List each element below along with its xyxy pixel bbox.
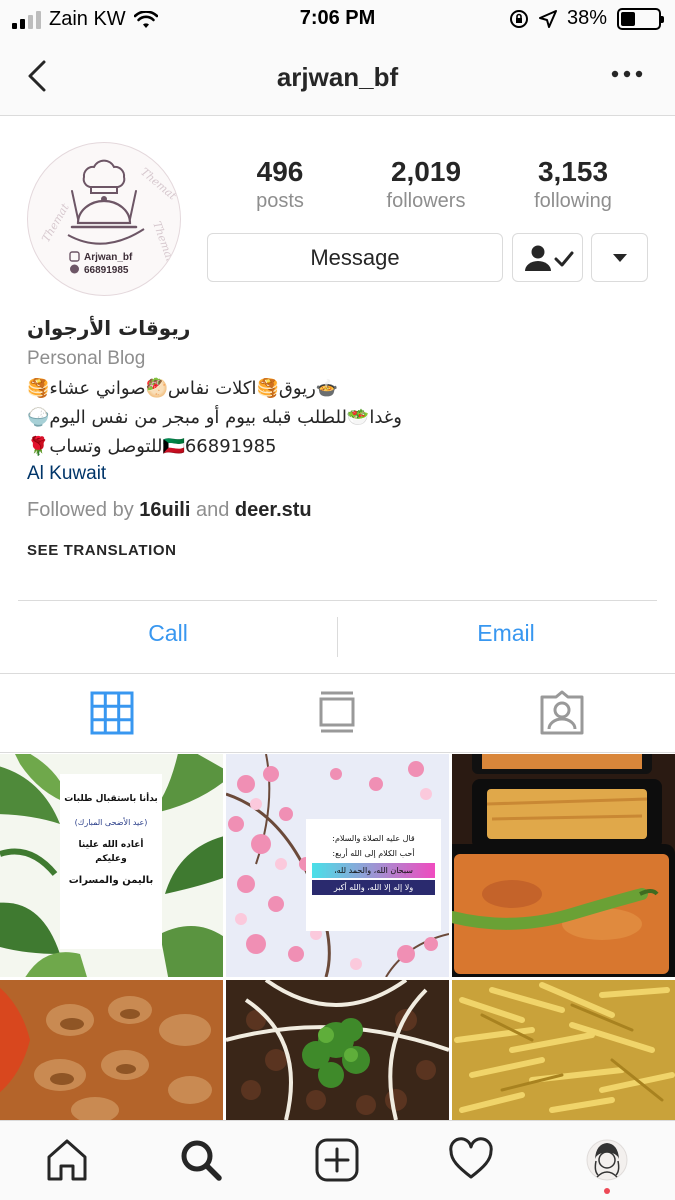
stat-posts[interactable]: 496 posts [205,156,355,213]
new-post-icon[interactable] [314,1137,360,1183]
profile-nav-bar: arjwan_bf [0,40,675,116]
post-tile-1[interactable]: بدأنا باستقبال طلبات (عيد الأضحى المبارك… [0,754,223,977]
dropdown-triangle-icon [612,253,627,262]
posts-grid: بدأنا باستقبال طلبات (عيد الأضحى المبارك… [0,754,675,1120]
home-icon[interactable] [44,1137,90,1183]
bottom-tab-bar [0,1120,675,1200]
profile-username-title: arjwan_bf [276,62,399,92]
post-tile-2[interactable]: قال عليه الصلاة والسلام: أحب الكلام إلى … [226,754,449,977]
svg-text:Themat: Themat [150,220,177,265]
tagged-person-icon[interactable] [538,689,586,737]
food-photo-parsley [226,980,449,1120]
followers-label: followers [386,190,466,212]
battery-fill [621,11,635,26]
stat-followers[interactable]: 2,019 followers [351,156,501,213]
notification-dot [604,1188,610,1194]
posts-count: 496 [256,156,304,187]
followed-by-user-1[interactable]: 16uili [139,499,190,521]
post-1-line-4: باليمن والمسرات [68,875,154,886]
followers-count: 2,019 [390,156,462,187]
post-tile-4[interactable] [0,980,223,1120]
message-button[interactable]: Message [207,233,503,282]
suggestions-dropdown-button[interactable] [591,233,648,282]
food-photo-mushrooms [0,980,223,1120]
stat-following[interactable]: 3,153 following [498,156,648,213]
posts-label: posts [256,190,304,212]
email-button[interactable]: Email [346,620,666,656]
bio-line-3: 🌹للتوصل وتساب🇰🇼66891985 [27,436,277,457]
profile-avatar[interactable]: Themat Themat Themat Arjwan_bf 66891985 [27,142,181,296]
bio-line-2: 🍚وغدا🥗للطلب قبله بيوم أو مبجر من نفس الي… [27,407,402,428]
more-options-icon[interactable] [609,62,645,86]
post-1-line-3: أعاده الله علينا وعليكم [78,840,144,864]
battery-icon [617,7,664,30]
see-translation-link[interactable]: SEE TRANSLATION [27,542,647,559]
profile-bio: ريوقات الأرجوان Personal Blog 🥞ريوق🥞اكلا… [27,316,647,559]
status-right: 38% [509,7,664,30]
post-2-card: قال عليه الصلاة والسلام: أحب الكلام إلى … [306,819,441,931]
post-tile-3[interactable] [452,754,675,977]
post-2-line-3: سبحان الله، والحمد لله، [312,863,435,878]
following-label: following [534,190,612,212]
search-icon[interactable] [178,1137,224,1183]
post-1-line-1: بدأنا باستقبال طلبات [64,794,158,804]
post-1-line-2: (عيد الأضحى المبارك) [74,818,148,827]
following-button[interactable] [512,233,583,282]
post-tile-5[interactable] [226,980,449,1120]
bio-line-1: 🥞ريوق🥞اكلات نفاس🥙صواني عشاء🍲 [27,378,339,399]
avatar-handle: Arjwan_bf [84,252,133,263]
following-count: 3,153 [537,156,609,187]
post-tile-6[interactable] [452,980,675,1120]
followed-by-user-2[interactable]: deer.stu [235,499,312,521]
svg-text:Themat: Themat [39,201,72,245]
profile-category: Personal Blog [27,348,146,369]
post-2-line-2: أحب الكلام إلى الله أربع: [332,849,415,858]
food-photo-potato-sticks [452,980,675,1120]
call-button[interactable]: Call [8,620,328,656]
followed-by-and: and [195,499,230,521]
profile-content-tabs [0,673,675,753]
profile-location-link[interactable]: Al Kuwait [27,463,647,485]
post-2-line-1: قال عليه الصلاة والسلام: [332,834,415,843]
battery-percent: 38% [566,7,607,29]
followed-by-text[interactable]: Followed by 16uili and deer.stu [27,499,647,522]
status-bar: Zain KW 7:06 PM 38% [0,0,675,40]
grid-icon[interactable] [88,689,136,737]
feed-list-icon[interactable] [313,689,361,737]
svg-text:Themat: Themat [138,165,179,203]
profile-avatar-icon[interactable] [584,1137,630,1183]
avatar-phone: 66891985 [84,265,129,276]
post-2-line-4: ولا إله إلا الله، والله أكبر [312,880,435,895]
post-1-card: بدأنا باستقبال طلبات (عيد الأضحى المبارك… [60,774,162,949]
activity-heart-icon[interactable] [448,1137,494,1183]
followed-by-prefix: Followed by [27,499,134,521]
profile-display-name: ريوقات الأرجوان [27,316,191,340]
chef-logo-icon: Themat Themat Themat Arjwan_bf 66891985 [39,159,179,276]
food-photo-chili [452,754,675,977]
location-icon [538,9,557,28]
contact-separator [337,617,338,657]
following-person-check-icon [524,245,573,271]
contact-divider [18,600,657,601]
orientation-lock-icon [509,9,528,28]
